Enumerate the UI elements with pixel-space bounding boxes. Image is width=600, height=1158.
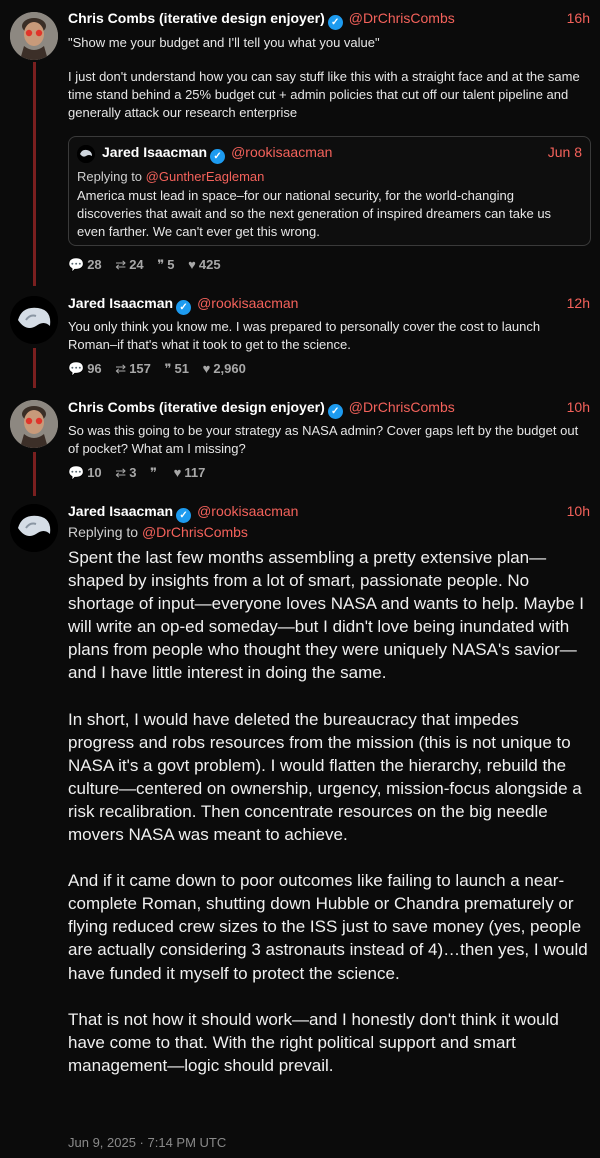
tweet-text: "Show me your budget and I'll tell you w… (68, 34, 586, 122)
quote-icon: ❞ (164, 361, 172, 376)
comment-icon: 💬 (68, 465, 85, 480)
tweet-time[interactable]: 10h (567, 397, 590, 417)
verified-badge-icon: ✓ (176, 300, 192, 315)
tweet-text: You only think you know me. I was prepar… (68, 319, 541, 352)
tweet-stats: 💬 28 ⇄ 24 ❞ 5 ♥ 425 (68, 256, 231, 274)
verified-badge-icon: ✓ (327, 15, 343, 30)
avatar[interactable] (10, 12, 58, 60)
paragraph: In short, I would have deleted the burea… (68, 709, 582, 845)
author-handle[interactable]: @rookisaacman (197, 295, 298, 311)
replying-to-link[interactable]: @GuntherEagleman (146, 169, 265, 184)
tweet-text: So was this going to be your strategy as… (68, 423, 579, 456)
tweet-stats: 💬 96 ⇄ 157 ❞ 51 ♥ 2,960 (68, 360, 256, 378)
avatar[interactable] (10, 400, 58, 448)
like-count[interactable]: ♥ 425 (188, 256, 220, 274)
author-name[interactable]: Jared Isaacman (68, 295, 173, 311)
thread-line (33, 452, 36, 496)
author-handle[interactable]: @rookisaacman (197, 503, 298, 519)
tweet-time[interactable]: 16h (567, 8, 590, 28)
quote-replying-to: Replying to @GuntherEagleman (77, 169, 265, 184)
paragraph: And if it came down to poor outcomes lik… (68, 871, 588, 983)
quote-count[interactable]: ❞ (150, 464, 160, 482)
author-handle[interactable]: @DrChrisCombs (349, 399, 455, 415)
comment-icon: 💬 (68, 257, 85, 272)
paragraph: Spent the last few months assembling a p… (68, 548, 584, 683)
like-count[interactable]: ♥ 2,960 (203, 360, 246, 378)
retweet-icon: ⇄ (115, 361, 127, 376)
quote-author-handle[interactable]: @rookisaacman (231, 144, 332, 160)
quote-avatar (77, 145, 95, 163)
tweet-1[interactable]: Chris Combs (iterative design enjoyer) ✓ @… (0, 0, 600, 285)
quote-icon: ❞ (157, 257, 165, 272)
retweet-icon: ⇄ (115, 257, 127, 272)
replying-to: Replying to @DrChrisCombs (68, 524, 248, 540)
quote-time[interactable]: Jun 8 (548, 142, 582, 162)
quote-count[interactable]: ❞ 51 (165, 360, 189, 378)
avatar[interactable] (10, 296, 58, 344)
reply-count[interactable]: 💬 28 (68, 256, 102, 274)
retweet-icon: ⇄ (115, 465, 127, 480)
verified-badge-icon: ✓ (327, 404, 343, 419)
heart-icon: ♥ (173, 465, 182, 480)
retweet-count[interactable]: ⇄ 24 (115, 256, 143, 274)
retweet-count[interactable]: ⇄ 3 (115, 464, 136, 482)
author-name[interactable]: Jared Isaacman (68, 503, 173, 519)
quote-author-name[interactable]: Jared Isaacman (102, 144, 207, 160)
author-name[interactable]: Chris Combs (iterative design enjoyer) (68, 399, 325, 415)
reply-count[interactable]: 💬 10 (68, 464, 102, 482)
reply-count[interactable]: 💬 96 (68, 360, 102, 378)
tweet-time[interactable]: 12h (567, 293, 590, 313)
tweet-line: "Show me your budget and I'll tell you w… (68, 35, 380, 50)
tweet-text: Spent the last few months assembling a p… (68, 546, 588, 1077)
author-name[interactable]: Chris Combs (iterative design enjoyer) (68, 10, 325, 26)
comment-icon: 💬 (68, 361, 85, 376)
like-count[interactable]: ♥ 117 (174, 464, 206, 482)
retweet-count[interactable]: ⇄ 157 (115, 360, 151, 378)
quote-icon: ❞ (150, 465, 158, 480)
avatar[interactable] (10, 504, 58, 552)
quote-count[interactable]: ❞ 5 (157, 256, 174, 274)
tweet-date[interactable]: Jun 9, 2025 · 7:14 PM UTC (68, 1135, 226, 1150)
verified-badge-icon: ✓ (210, 149, 226, 164)
heart-icon: ♥ (202, 361, 211, 376)
thread-line (33, 348, 36, 388)
heart-icon: ♥ (188, 257, 196, 272)
paragraph: That is not how it should work—and I hon… (68, 1009, 559, 1075)
replying-to-link[interactable]: @DrChrisCombs (142, 524, 248, 540)
tweet-time[interactable]: 10h (567, 501, 590, 521)
tweet-line: I just don't understand how you can say … (68, 69, 580, 120)
quote-text: America must lead in space–for our natio… (77, 188, 552, 239)
author-handle[interactable]: @DrChrisCombs (349, 10, 455, 26)
verified-badge-icon: ✓ (176, 508, 192, 523)
quoted-tweet[interactable]: Jared Isaacman ✓ @rookisaacman Jun 8 Reply… (68, 136, 591, 246)
tweet-stats: 💬 10 ⇄ 3 ❞ ♥ 117 (68, 464, 215, 482)
